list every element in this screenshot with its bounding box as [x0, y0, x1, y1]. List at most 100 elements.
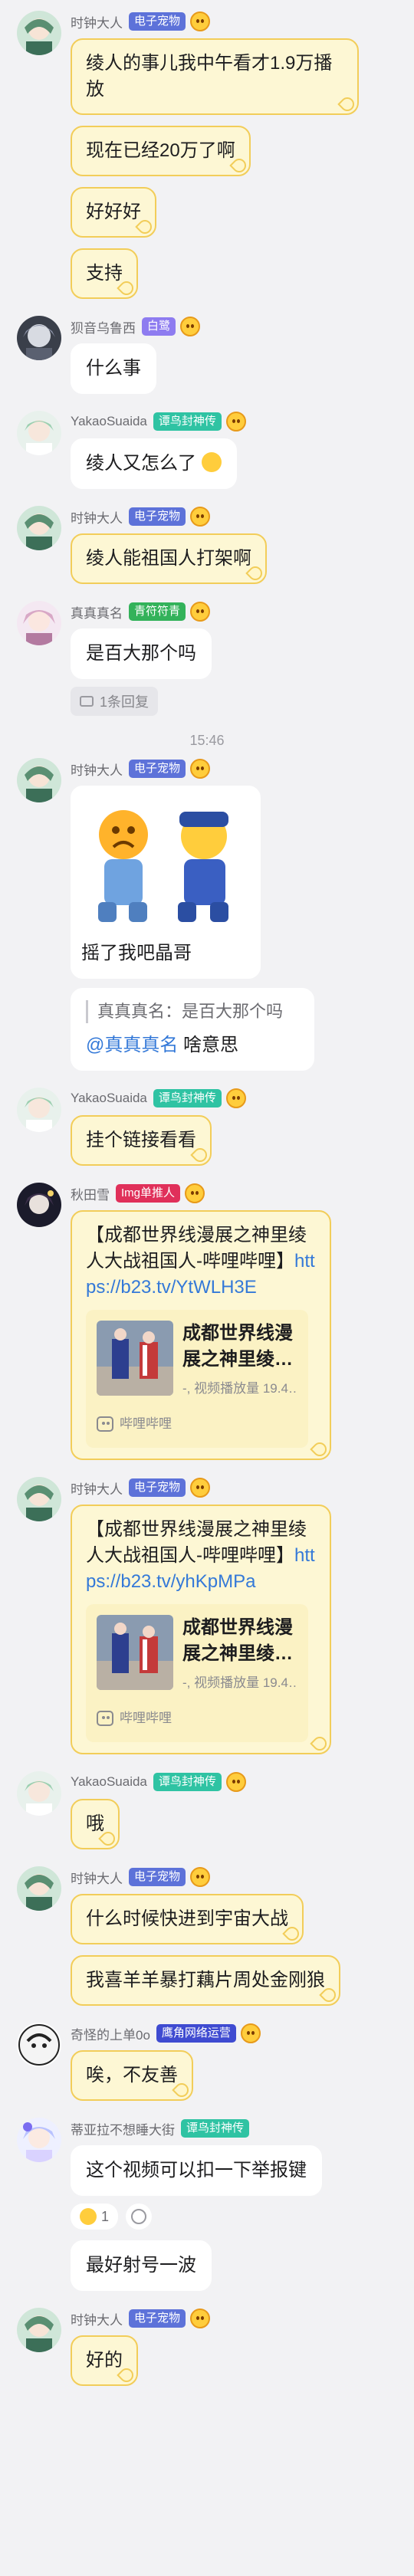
- title-badge: 谭鸟封神传: [153, 1773, 222, 1791]
- card-title: 成都世界线漫展之神里绫…: [182, 1323, 293, 1370]
- message-text: 好的: [86, 2350, 123, 2371]
- smile-icon: [131, 2209, 147, 2224]
- link-preview-card[interactable]: 成都世界线漫展之神里绫… -, 视频播放量 19.4… 哔哩哔哩: [86, 1310, 308, 1448]
- message-bubble[interactable]: 这个视频可以扣一下举报键: [71, 2145, 322, 2196]
- reaction-count: 1: [101, 2208, 110, 2224]
- sender-name[interactable]: 时钟大人: [71, 12, 123, 31]
- sender-name[interactable]: 时钟大人: [71, 507, 123, 527]
- sender-name[interactable]: 时钟大人: [71, 1868, 123, 1887]
- message-bubble[interactable]: 摇了我吧晶哥: [71, 786, 261, 979]
- message-text: 【成都世界线漫展之神里绫人大战祖国人-哔哩哔哩】: [86, 1225, 307, 1272]
- message-text: 绫人又怎么了: [86, 453, 196, 474]
- avatar[interactable]: [17, 1866, 61, 1911]
- sender-name[interactable]: 真真真名: [71, 602, 123, 622]
- message-group: 奇怪的上单0o 鹰角网络运营 唉，不友善: [0, 2023, 414, 2101]
- message-bubble[interactable]: 绫人的事儿我中午看才1.9万播放: [71, 38, 359, 115]
- level-icon: [190, 11, 211, 31]
- sender-name[interactable]: 时钟大人: [71, 760, 123, 779]
- message-group: YakaoSuaida 谭鸟封神传 哦: [0, 1771, 414, 1849]
- sender-line: YakaoSuaida 谭鸟封神传: [71, 1088, 368, 1109]
- message-bubble[interactable]: 好好好: [71, 187, 156, 238]
- avatar[interactable]: [17, 2308, 61, 2352]
- message-bubble[interactable]: 什么事: [71, 343, 156, 394]
- message-text: 唉，不友善: [86, 2065, 178, 2085]
- message-text: 最好射号一波: [86, 2255, 196, 2276]
- message-group: YakaoSuaida 谭鸟封神传 挂个链接看看: [0, 1088, 414, 1166]
- message-group: 蒂亚拉不想睡大街 谭鸟封神传 这个视频可以扣一下举报键 1: [0, 2118, 414, 2230]
- bubble-decoration-icon: [310, 1439, 330, 1459]
- avatar[interactable]: [17, 11, 61, 55]
- message-bubble[interactable]: 唉，不友善: [71, 2050, 193, 2101]
- message-row: 支持: [0, 248, 414, 299]
- message-bubble[interactable]: 挂个链接看看: [71, 1115, 212, 1166]
- avatar[interactable]: [17, 1477, 61, 1521]
- avatar[interactable]: [17, 2023, 61, 2067]
- level-icon: [180, 317, 201, 336]
- avatar[interactable]: [17, 601, 61, 645]
- sender-name[interactable]: 时钟大人: [71, 1478, 123, 1498]
- sender-name[interactable]: 秋田雪: [71, 1184, 110, 1203]
- reaction-bar: 1: [71, 2204, 368, 2230]
- message-bubble[interactable]: 什么时候快进到宇宙大战: [71, 1894, 304, 1944]
- sender-line: YakaoSuaida 谭鸟封神传: [71, 411, 368, 432]
- sender-name[interactable]: YakaoSuaida: [71, 1091, 147, 1106]
- sender-name[interactable]: 蒂亚拉不想睡大街: [71, 2119, 175, 2138]
- message-row: 好好好: [0, 187, 414, 238]
- sender-name[interactable]: 时钟大人: [71, 2309, 123, 2328]
- level-icon: [225, 1772, 246, 1792]
- avatar[interactable]: [17, 1771, 61, 1816]
- sticker-image[interactable]: [81, 796, 250, 934]
- message-text: 我喜羊羊暴打藕片周处金刚狼: [86, 1970, 325, 1990]
- chat-scroll-area[interactable]: 时钟大人 电子宠物 绫人的事儿我中午看才1.9万播放 现在已经20万了啊 好好好…: [0, 0, 414, 2386]
- link-preview-card[interactable]: 成都世界线漫展之神里绫… -, 视频播放量 19.4… 哔哩哔哩: [86, 1604, 308, 1742]
- add-reaction-button[interactable]: [126, 2204, 153, 2230]
- message-group: 时钟大人 电子宠物 摇了我吧晶哥 真真真名：是百大那个吗 @真真真名 啥意思: [0, 758, 414, 1071]
- sender-name[interactable]: 奇怪的上单0o: [71, 2024, 150, 2043]
- avatar[interactable]: [17, 1088, 61, 1132]
- message-bubble[interactable]: 好的: [71, 2335, 138, 2386]
- bilibili-icon: [97, 1711, 113, 1726]
- level-icon: [185, 1183, 205, 1203]
- sender-name[interactable]: 狈音乌鲁西: [71, 317, 136, 336]
- avatar[interactable]: [17, 2118, 61, 2162]
- sticker-caption: 摇了我吧晶哥: [81, 943, 192, 963]
- message-text: 啥意思: [178, 1035, 239, 1055]
- message-group: 时钟大人 电子宠物 【成都世界线漫展之神里绫人大战祖国人-哔哩哔哩】https:…: [0, 1477, 414, 1754]
- message-bubble[interactable]: 是百大那个吗: [71, 628, 212, 679]
- title-badge: 白鹭: [142, 317, 176, 336]
- sender-line: 蒂亚拉不想睡大街 谭鸟封神传: [71, 2118, 368, 2139]
- reply-count-button[interactable]: 1条回复: [71, 687, 159, 716]
- message-bubble[interactable]: 支持: [71, 248, 138, 299]
- message-bubble[interactable]: 绫人能祖国人打架啊: [71, 533, 267, 584]
- message-bubble[interactable]: 哦: [71, 1799, 120, 1849]
- reply-message-bubble[interactable]: 真真真名：是百大那个吗 @真真真名 啥意思: [71, 988, 314, 1071]
- sender-name[interactable]: YakaoSuaida: [71, 414, 147, 429]
- video-thumbnail: [97, 1321, 173, 1396]
- avatar[interactable]: [17, 316, 61, 360]
- avatar[interactable]: [17, 1183, 61, 1227]
- quoted-message[interactable]: 真真真名：是百大那个吗: [86, 1000, 299, 1023]
- message-group: 狈音乌鲁西 白鹭 什么事: [0, 316, 414, 394]
- sender-name[interactable]: YakaoSuaida: [71, 1774, 147, 1790]
- message-row: 我喜羊羊暴打藕片周处金刚狼: [0, 1955, 414, 2006]
- sender-line: 时钟大人 电子宠物: [71, 758, 368, 779]
- video-thumbnail: [97, 1615, 173, 1690]
- level-icon: [190, 602, 211, 622]
- avatar[interactable]: [17, 758, 61, 802]
- card-source: 哔哩哔哩: [120, 1416, 172, 1431]
- message-bubble[interactable]: 【成都世界线漫展之神里绫人大战祖国人-哔哩哔哩】https://b23.tv/y…: [71, 1505, 331, 1754]
- avatar[interactable]: [17, 411, 61, 455]
- message-bubble[interactable]: 最好射号一波: [71, 2240, 212, 2291]
- message-bubble[interactable]: 现在已经20万了啊: [71, 126, 251, 176]
- mention-link[interactable]: @真真真名: [86, 1035, 178, 1055]
- message-bubble[interactable]: 绫人又怎么了: [71, 438, 237, 489]
- sender-line: 真真真名 青符符青: [71, 601, 368, 622]
- thumbs-up-icon: [80, 2208, 97, 2225]
- sender-line: 奇怪的上单0o 鹰角网络运营: [71, 2023, 368, 2044]
- message-bubble[interactable]: 我喜羊羊暴打藕片周处金刚狼: [71, 1955, 340, 2006]
- reaction-thumbs-up[interactable]: 1: [71, 2204, 119, 2230]
- message-text: 这个视频可以扣一下举报键: [86, 2160, 307, 2181]
- level-icon: [190, 2309, 211, 2328]
- avatar[interactable]: [17, 506, 61, 550]
- message-bubble[interactable]: 【成都世界线漫展之神里绫人大战祖国人-哔哩哔哩】https://b23.tv/Y…: [71, 1210, 331, 1460]
